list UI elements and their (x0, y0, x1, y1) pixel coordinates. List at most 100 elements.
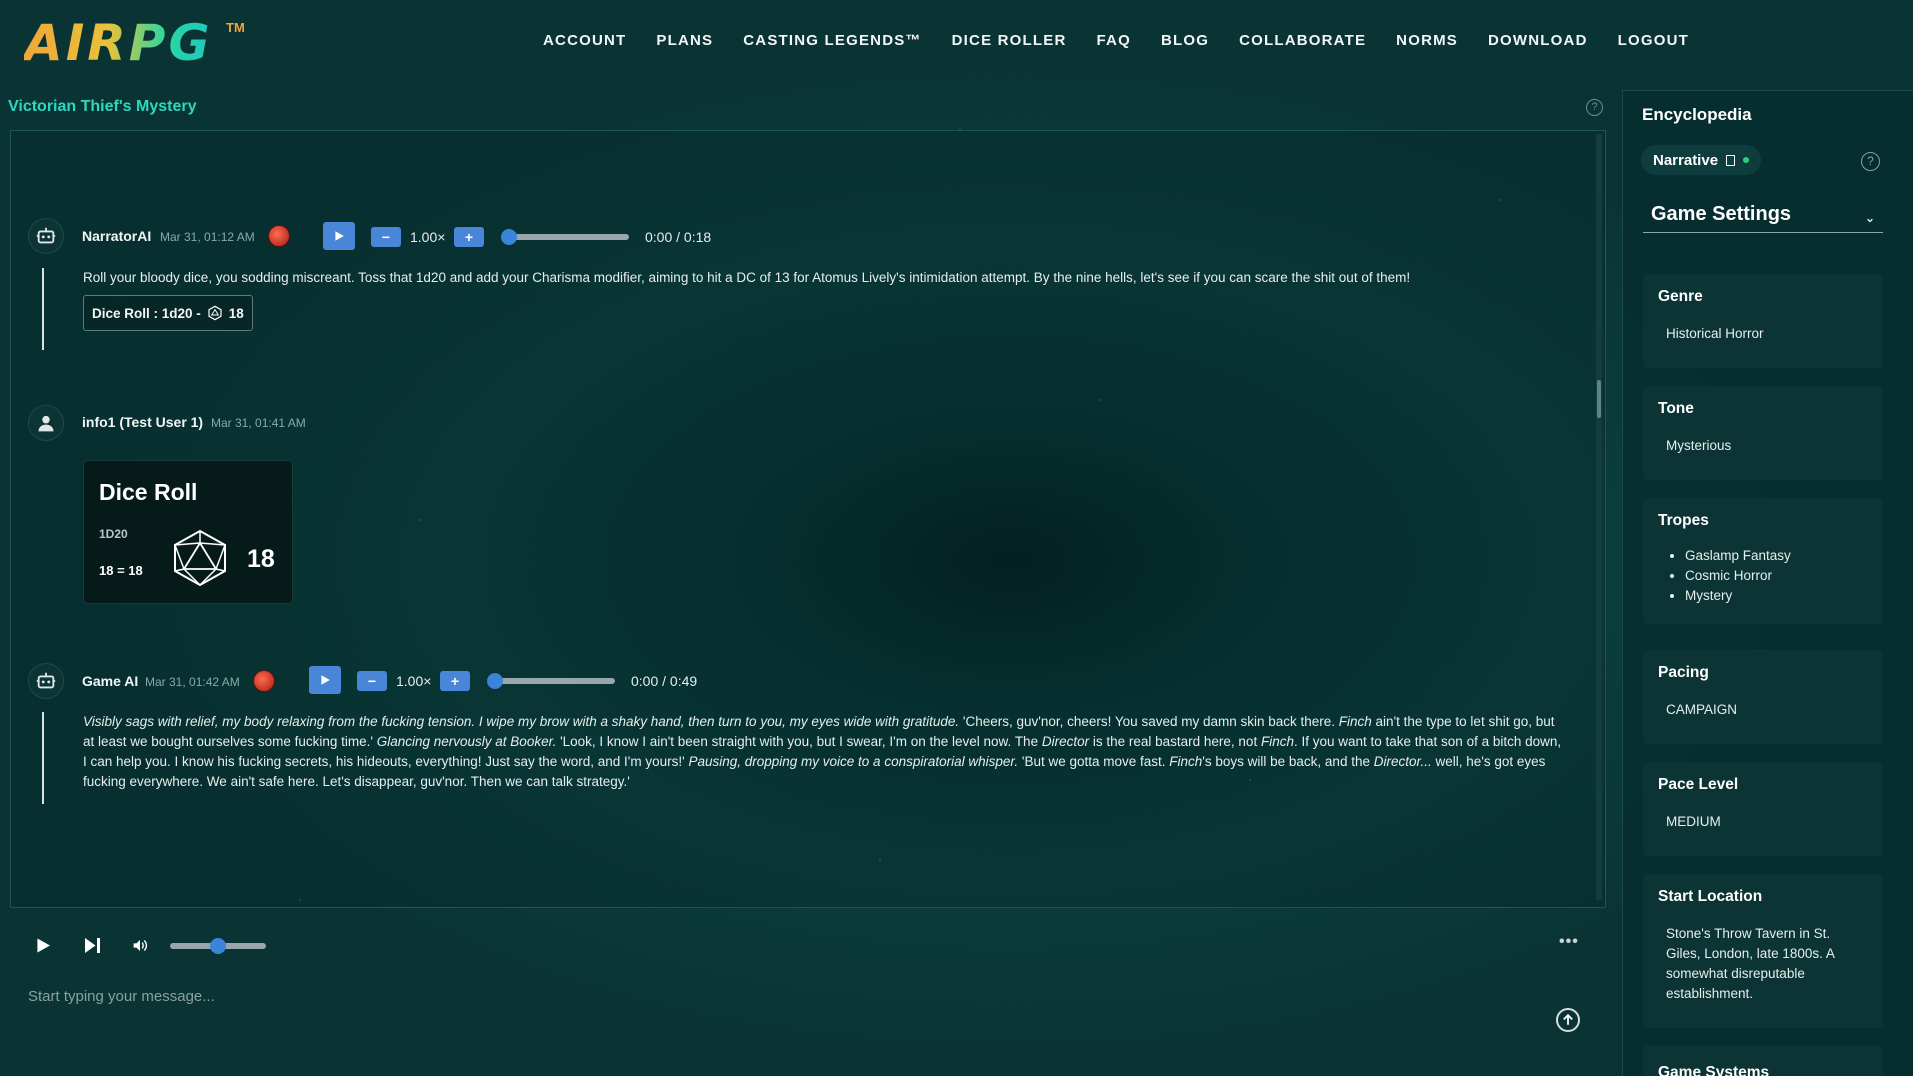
chevron-down-icon: ⌄ (1865, 211, 1876, 225)
robot-icon (28, 218, 64, 254)
status-dot (1743, 157, 1750, 163)
message-timestamp: Mar 31, 01:42 AM (145, 675, 240, 689)
chat-scrollbar[interactable] (1596, 134, 1602, 900)
setting-card-tone: Tone Mysterious (1643, 386, 1883, 480)
setting-card-start-location: Start Location Stone's Throw Tavern in S… (1643, 874, 1883, 1028)
audio-progress-knob[interactable] (487, 673, 503, 689)
speed-decrease-button[interactable]: − (357, 671, 387, 691)
help-icon[interactable]: ? (1861, 152, 1880, 171)
setting-card-tropes: Tropes Gaslamp Fantasy Cosmic Horror Mys… (1643, 498, 1883, 624)
dice-card-equation: 18 = 18 (99, 563, 143, 578)
list-item: Gaslamp Fantasy (1685, 546, 1791, 566)
message-input[interactable] (28, 988, 1508, 1005)
setting-label: Pace Level (1658, 776, 1739, 793)
nav-plans[interactable]: PLANS (656, 32, 713, 49)
dice-chip-label: Dice Roll : 1d20 - (92, 305, 201, 321)
chat-scroll-thumb[interactable] (1597, 380, 1601, 418)
game-settings-dropdown[interactable]: Game Settings ⌄ (1643, 203, 1883, 233)
setting-label: Start Location (1658, 888, 1763, 905)
speed-increase-button[interactable]: + (440, 671, 470, 691)
message-thread-line (42, 268, 44, 350)
tab-narrative[interactable]: Narrative (1641, 145, 1762, 175)
nav-norms[interactable]: NORMS (1396, 32, 1458, 49)
dice-card-title: Dice Roll (99, 479, 198, 505)
tropes-list: Gaslamp Fantasy Cosmic Horror Mystery (1685, 546, 1791, 606)
audio-progress-track[interactable] (502, 234, 629, 240)
playback-speed: 1.00× (410, 229, 446, 245)
setting-card-game-systems: Game Systems (1643, 1046, 1883, 1076)
main-nav: ACCOUNT PLANS CASTING LEGENDS™ DICE ROLL… (543, 32, 1719, 49)
user-icon (28, 405, 64, 441)
message-timestamp: Mar 31, 01:12 AM (160, 230, 255, 244)
character-avatar (268, 225, 290, 247)
top-header: AIRPG TM ACCOUNT PLANS CASTING LEGENDS™ … (0, 0, 1913, 86)
d20-icon (174, 529, 226, 587)
dice-chip-value: 18 (228, 305, 244, 321)
setting-card-genre: Genre Historical Horror (1643, 274, 1883, 368)
message-text: Visibly sags with relief, my body relaxi… (83, 714, 1562, 789)
play-icon (321, 675, 330, 685)
message-timestamp: Mar 31, 01:41 AM (211, 416, 306, 430)
d20-icon (208, 305, 222, 321)
dice-card-type: 1D20 (99, 527, 128, 541)
nav-download[interactable]: DOWNLOAD (1488, 32, 1588, 49)
character-avatar (253, 670, 275, 692)
setting-label: Pacing (1658, 664, 1709, 681)
nav-collaborate[interactable]: COLLABORATE (1239, 32, 1366, 49)
volume-slider-knob[interactable] (210, 938, 226, 954)
list-item: Cosmic Horror (1685, 566, 1791, 586)
skip-forward-icon[interactable] (85, 938, 100, 953)
message-author: info1 (Test User 1) (82, 414, 204, 430)
setting-label: Tone (1658, 400, 1694, 417)
setting-label: Tropes (1658, 512, 1709, 529)
nav-faq[interactable]: FAQ (1097, 32, 1131, 49)
setting-value: MEDIUM (1666, 814, 1721, 829)
game-title: Victorian Thief's Mystery (8, 98, 197, 115)
game-settings-title: Game Settings (1651, 203, 1792, 225)
dice-card-result: 18 (247, 545, 275, 573)
setting-card-pace-level: Pace Level MEDIUM (1643, 762, 1883, 856)
nav-account[interactable]: ACCOUNT (543, 32, 626, 49)
play-button[interactable] (309, 666, 341, 694)
setting-value: Mysterious (1666, 438, 1732, 453)
nav-dice-roller[interactable]: DICE ROLLER (952, 32, 1067, 49)
message-thread-line (42, 712, 44, 804)
speed-increase-button[interactable]: + (454, 227, 484, 247)
audio-player-bar (10, 920, 1606, 970)
audio-progress-track[interactable] (488, 678, 615, 684)
play-icon (335, 231, 344, 241)
setting-card-pacing: Pacing CAMPAIGN (1643, 650, 1883, 744)
dice-roll-chip[interactable]: Dice Roll : 1d20 - 18 (83, 295, 253, 331)
nav-logout[interactable]: LOGOUT (1618, 32, 1689, 49)
play-button[interactable] (323, 222, 355, 250)
setting-label: Genre (1658, 288, 1703, 305)
nav-casting-legends[interactable]: CASTING LEGENDS™ (743, 32, 921, 49)
document-icon (1726, 154, 1736, 166)
setting-label: Game Systems (1658, 1064, 1770, 1076)
tab-narrative-label: Narrative (1653, 151, 1719, 169)
dice-roll-card: Dice Roll 1D20 18 = 18 18 (83, 460, 293, 604)
send-button[interactable] (1556, 1008, 1580, 1032)
robot-icon (28, 663, 64, 699)
play-icon[interactable] (36, 938, 50, 953)
message-text: Roll your bloody dice, you sodding miscr… (83, 270, 1411, 285)
logo-trademark: TM (226, 20, 245, 35)
message-author: Game AI (82, 673, 139, 689)
help-icon[interactable]: ? (1586, 99, 1603, 116)
arrow-up-icon (1563, 1014, 1573, 1025)
speed-decrease-button[interactable]: − (371, 227, 401, 247)
setting-value: Stone's Throw Tavern in St. Giles, Londo… (1666, 926, 1835, 1001)
message-composer (10, 970, 1606, 1070)
setting-value: Historical Horror (1666, 326, 1764, 341)
app-logo[interactable]: AIRPG (24, 14, 213, 72)
audio-duration: 0:00 / 0:49 (631, 673, 698, 689)
setting-value: CAMPAIGN (1666, 702, 1738, 717)
nav-blog[interactable]: BLOG (1161, 32, 1209, 49)
audio-progress-knob[interactable] (501, 229, 517, 245)
sidebar-title: Encyclopedia (1642, 105, 1752, 124)
list-item: Mystery (1685, 586, 1791, 606)
audio-duration: 0:00 / 0:18 (645, 229, 712, 245)
more-options-icon[interactable]: ••• (1559, 933, 1579, 951)
volume-icon[interactable] (131, 937, 149, 954)
message-author: NarratorAI (82, 228, 152, 244)
